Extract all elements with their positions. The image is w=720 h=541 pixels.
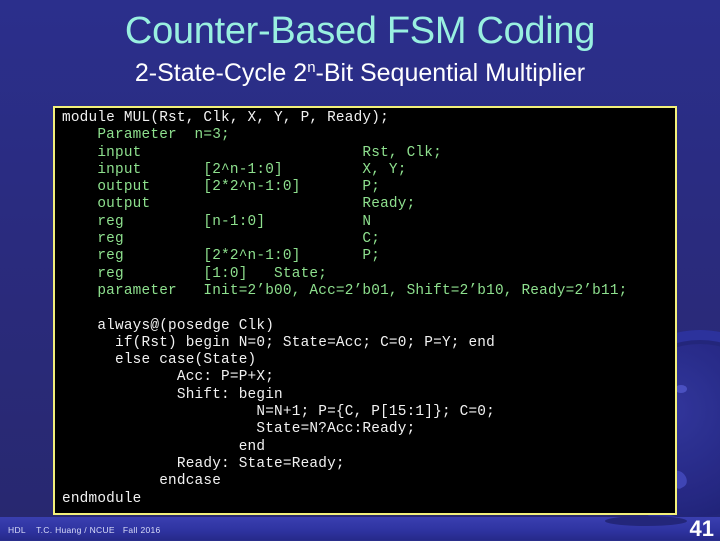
code-line: reg [1:0] State; <box>62 265 328 282</box>
code-line: endcase <box>62 473 222 490</box>
slide: Counter-Based FSM Coding 2-State-Cycle 2… <box>0 0 720 540</box>
subtitle-suffix: -Bit Sequential Multiplier <box>315 59 586 87</box>
code-line: input [2^n-1:0] X, Y; <box>62 161 407 178</box>
subtitle-superscript: n <box>307 59 316 76</box>
code-line: N=N+1; P={C, P[15:1]}; C=0; <box>62 404 495 421</box>
code-line: output Ready; <box>62 196 416 213</box>
footer-author: T.C. Huang / NCUE <box>36 525 115 535</box>
code-line: always@(posedge Clk) <box>62 317 275 334</box>
code-line: if(Rst) begin N=0; State=Acc; C=0; P=Y; … <box>62 334 495 351</box>
code-line: Acc: P=P+X; <box>62 369 275 386</box>
code-line: State=N?Acc:Ready; <box>62 421 416 438</box>
code-line: reg [2*2^n-1:0] P; <box>62 248 381 265</box>
code-line: reg C; <box>62 231 381 248</box>
slide-subtitle: 2-State-Cycle 2n-Bit Sequential Multipli… <box>0 58 720 88</box>
footer-course: HDL <box>8 525 26 535</box>
code-line: endmodule <box>62 490 142 507</box>
subtitle-prefix: 2-State-Cycle 2 <box>134 59 308 87</box>
code-line: end <box>62 438 266 455</box>
code-line: reg [n-1:0] N <box>62 213 372 230</box>
code-line: Shift: begin <box>62 386 283 403</box>
code-lines: module MUL(Rst, Clk, X, Y, P, Ready); Pa… <box>62 110 628 508</box>
code-line: module MUL(Rst, Clk, X, Y, P, Ready); <box>62 110 389 126</box>
code-line: Parameter n=3; <box>62 127 230 144</box>
code-line: else case(State) <box>62 352 257 369</box>
code-line: parameter Init=2’b00, Acc=2’b01, Shift=2… <box>62 282 628 299</box>
footer-term: Fall 2016 <box>122 525 161 535</box>
page-number: 41 <box>689 516 714 541</box>
code-block: module MUL(Rst, Clk, X, Y, P, Ready); Pa… <box>53 106 677 515</box>
code-line: input Rst, Clk; <box>62 144 442 161</box>
globe-shadow-decoration <box>605 516 687 526</box>
code-line: output [2*2^n-1:0] P; <box>62 179 381 196</box>
code-line: Ready: State=Ready; <box>62 455 345 472</box>
footer-info: HDL T.C. Huang / NCUE Fall 2016 <box>8 524 161 536</box>
slide-title: Counter-Based FSM Coding <box>124 10 596 52</box>
